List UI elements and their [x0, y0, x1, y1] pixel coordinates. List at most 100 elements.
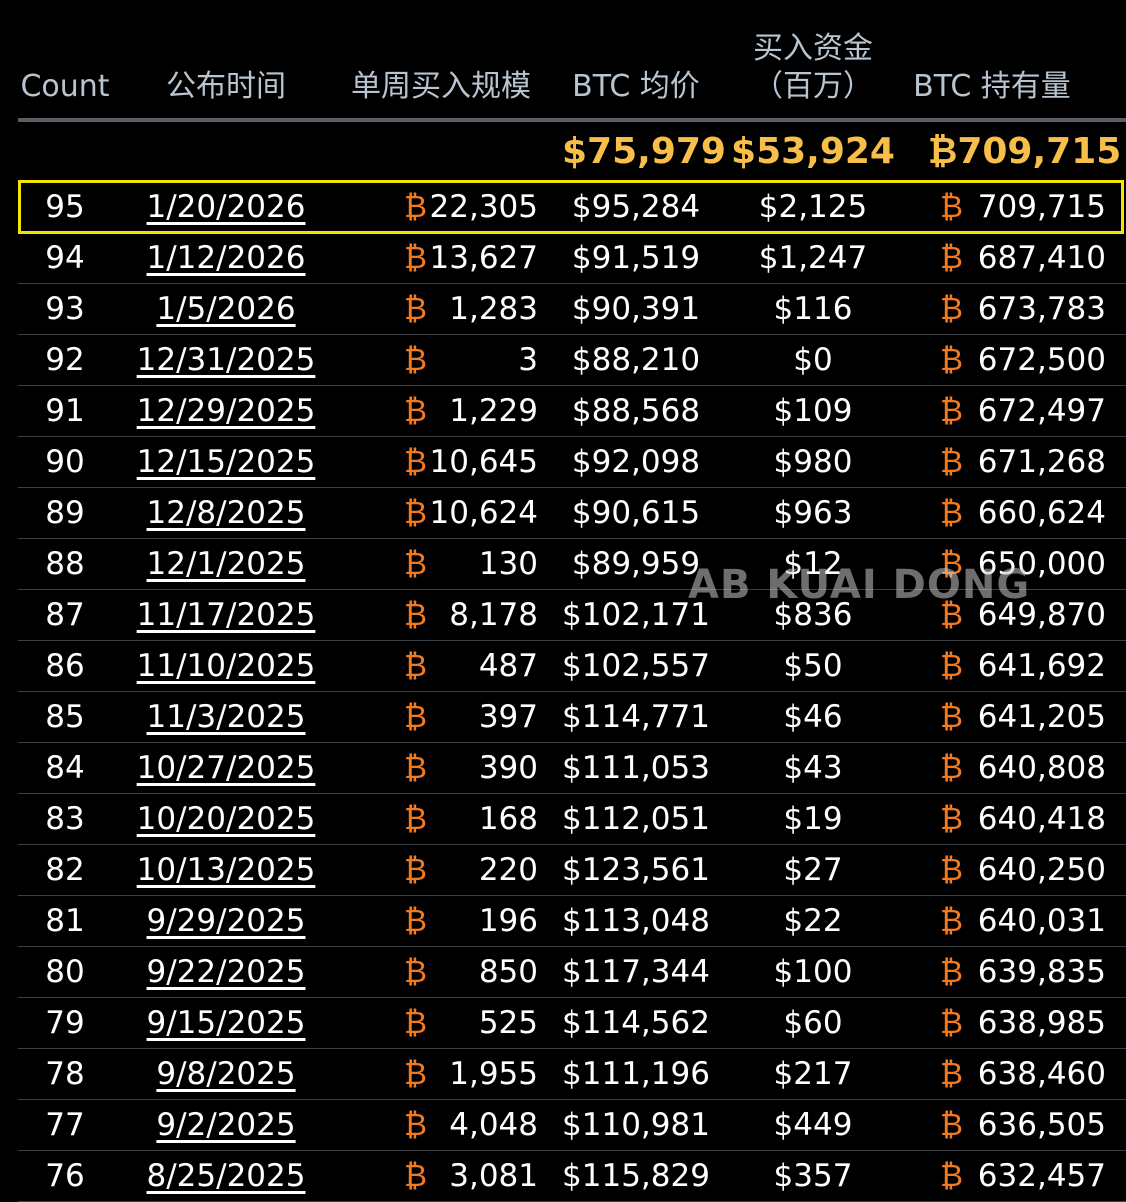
row-date-link[interactable]: 8/25/2025 [120, 1151, 332, 1201]
table-row: 83 10/20/2025 ₿ 168 $112,051 $19 ₿ 640,418 [18, 794, 1126, 845]
row-date-link[interactable]: 12/1/2025 [120, 539, 332, 589]
row-funds: $357 [773, 1158, 853, 1194]
row-date-link[interactable]: 9/2/2025 [120, 1100, 332, 1150]
row-avg-price: $102,557 [562, 648, 710, 684]
row-avg-price: $115,829 [562, 1158, 710, 1194]
table-row: 89 12/8/2025 ₿ 10,624 $90,615 $963 ₿ 660,624 [18, 488, 1126, 539]
table-row: 82 10/13/2025 ₿ 220 $123,561 $27 ₿ 640,250 [18, 845, 1126, 896]
row-funds: $109 [773, 393, 853, 429]
row-date-link[interactable]: 9/29/2025 [120, 896, 332, 946]
btc-symbol-icon: ₿ [940, 444, 963, 480]
row-date-link[interactable]: 9/15/2025 [120, 998, 332, 1048]
row-date-link[interactable]: 10/20/2025 [120, 794, 332, 844]
row-weekly-btc: 22,305 [429, 189, 538, 225]
header-funds-line1: 买入资金 [753, 31, 873, 66]
row-funds: $2,125 [758, 189, 868, 225]
row-holdings: 632,457 [977, 1158, 1106, 1194]
row-date-link[interactable]: 9/22/2025 [120, 947, 332, 997]
btc-symbol-icon: ₿ [940, 1158, 963, 1194]
row-holdings: 640,031 [977, 903, 1106, 939]
table-row: 95 1/20/2026 ₿ 22,305 $95,284 $2,125 ₿ 709,715 [18, 180, 1126, 234]
row-date-link[interactable]: 9/8/2025 [120, 1049, 332, 1099]
row-date-link[interactable]: 12/8/2025 [120, 488, 332, 538]
row-count: 95 [45, 189, 85, 225]
row-weekly-btc: 13,627 [429, 240, 538, 276]
row-holdings: 660,624 [977, 495, 1106, 531]
row-weekly-btc: 487 [478, 648, 538, 684]
row-avg-price: $113,048 [562, 903, 710, 939]
row-holdings: 640,250 [977, 852, 1106, 888]
row-funds: $43 [783, 750, 843, 786]
row-avg-price: $110,981 [562, 1107, 710, 1143]
table-row: 90 12/15/2025 ₿ 10,645 $92,098 $980 ₿ 671,268 [18, 437, 1126, 488]
row-funds: $449 [773, 1107, 853, 1143]
row-date-link[interactable]: 11/10/2025 [120, 641, 332, 691]
row-count: 88 [45, 546, 85, 582]
header-date[interactable]: 公布时间 [130, 68, 322, 106]
row-count: 92 [45, 342, 85, 378]
row-weekly-btc: 4,048 [449, 1107, 538, 1143]
row-avg-price: $112,051 [562, 801, 710, 837]
header-funds[interactable]: 买入资金 （百万） [730, 30, 896, 106]
row-date-link[interactable]: 10/27/2025 [120, 743, 332, 793]
row-date-link[interactable]: 12/29/2025 [120, 386, 332, 436]
table-row: 78 9/8/2025 ₿ 1,955 $111,196 $217 ₿ 638,460 [18, 1049, 1126, 1100]
row-count: 85 [45, 699, 85, 735]
header-weekly[interactable]: 单周买入规模 [338, 68, 544, 106]
row-funds: $116 [773, 291, 853, 327]
row-holdings: 640,808 [977, 750, 1106, 786]
btc-symbol-icon: ₿ [940, 597, 963, 633]
row-funds: $836 [773, 597, 853, 633]
row-date-link[interactable]: 1/5/2026 [120, 284, 332, 334]
row-weekly-btc: 196 [478, 903, 538, 939]
table-row: 92 12/31/2025 ₿ 3 $88,210 $0 ₿ 672,500 [18, 335, 1126, 386]
row-count: 78 [45, 1056, 85, 1092]
row-funds: $27 [783, 852, 843, 888]
table-row: 91 12/29/2025 ₿ 1,229 $88,568 $109 ₿ 672,497 [18, 386, 1126, 437]
btc-symbol-icon: ₿ [940, 189, 963, 225]
row-count: 89 [45, 495, 85, 531]
row-date-link[interactable]: 1/12/2026 [120, 233, 332, 283]
btc-symbol-icon: ₿ [940, 648, 963, 684]
row-weekly-btc: 10,645 [429, 444, 538, 480]
header-avg-price[interactable]: BTC 均价 [554, 68, 718, 106]
row-date-link[interactable]: 12/15/2025 [120, 437, 332, 487]
row-weekly-btc: 850 [478, 954, 538, 990]
row-date-link[interactable]: 12/31/2025 [120, 335, 332, 385]
row-funds: $19 [783, 801, 843, 837]
row-count: 80 [45, 954, 85, 990]
row-date-link[interactable]: 11/17/2025 [120, 590, 332, 640]
row-count: 79 [45, 1005, 85, 1041]
row-avg-price: $111,053 [562, 750, 710, 786]
total-funds: $53,924 [731, 131, 895, 172]
row-weekly-btc: 397 [478, 699, 538, 735]
row-holdings: 638,985 [977, 1005, 1106, 1041]
table-row: 94 1/12/2026 ₿ 13,627 $91,519 $1,247 ₿ 687,410 [18, 233, 1126, 284]
row-date-link[interactable]: 10/13/2025 [120, 845, 332, 895]
row-date-link[interactable]: 11/3/2025 [120, 692, 332, 742]
row-holdings: 709,715 [977, 189, 1106, 225]
row-holdings: 650,000 [977, 546, 1106, 582]
btc-symbol-icon: ₿ [940, 852, 963, 888]
row-weekly-btc: 168 [478, 801, 538, 837]
row-holdings: 640,418 [977, 801, 1106, 837]
row-holdings: 673,783 [977, 291, 1106, 327]
row-weekly-btc: 525 [478, 1005, 538, 1041]
row-avg-price: $95,284 [571, 189, 701, 225]
header-holdings[interactable]: BTC 持有量 [904, 68, 1080, 106]
btc-symbol-icon: ₿ [940, 291, 963, 327]
btc-symbol-icon: ₿ [940, 750, 963, 786]
row-avg-price: $91,519 [571, 240, 701, 276]
row-weekly-btc: 10,624 [429, 495, 538, 531]
row-funds: $22 [783, 903, 843, 939]
row-weekly-btc: 3 [518, 342, 538, 378]
row-avg-price: $89,959 [571, 546, 701, 582]
row-holdings: 638,460 [977, 1056, 1106, 1092]
row-count: 86 [45, 648, 85, 684]
row-date-link[interactable]: 1/20/2026 [120, 182, 332, 232]
row-funds: $60 [783, 1005, 843, 1041]
row-avg-price: $114,562 [562, 1005, 710, 1041]
table-row: 86 11/10/2025 ₿ 487 $102,557 $50 ₿ 641,692 [18, 641, 1126, 692]
totals-row: $75,979 $53,924 ₿709,715 [18, 122, 1126, 182]
header-count[interactable]: Count [18, 68, 112, 106]
